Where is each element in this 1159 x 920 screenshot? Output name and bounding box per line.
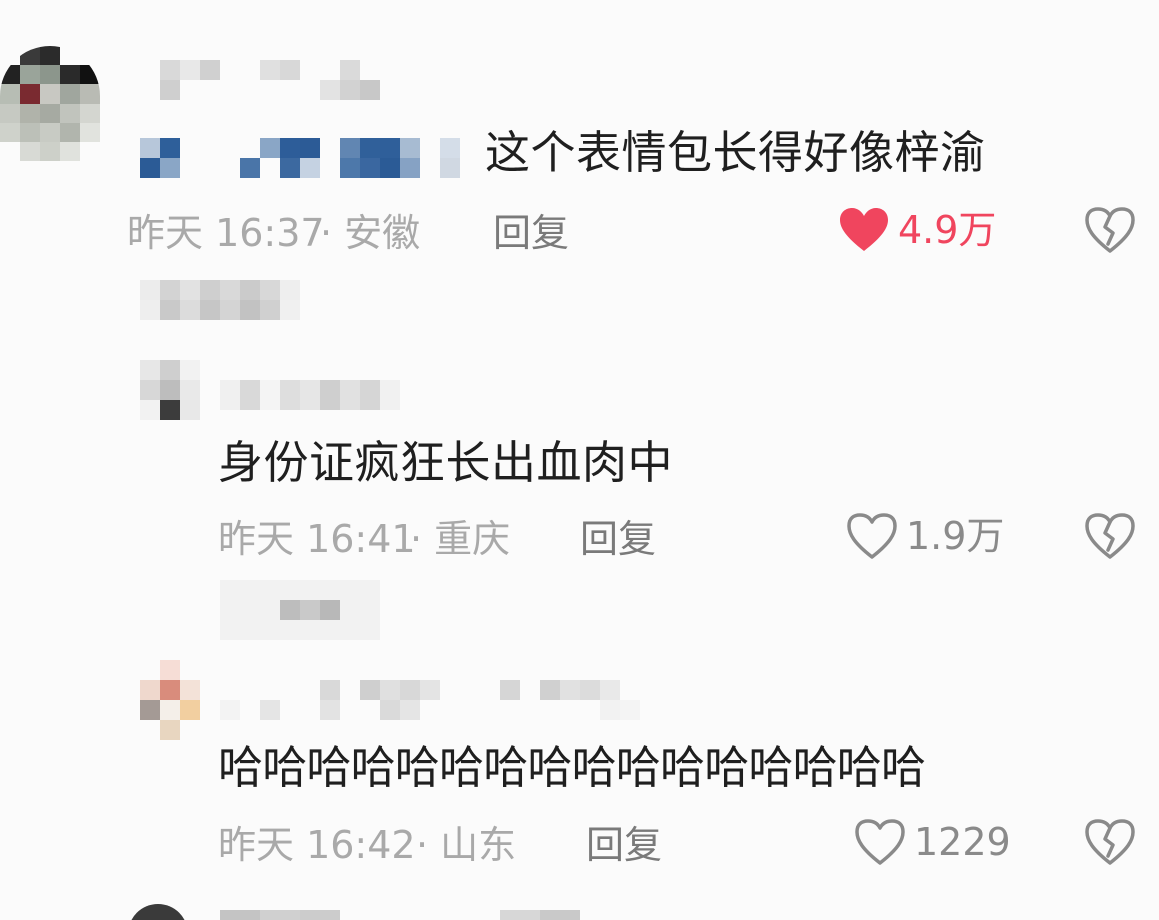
heart-icon	[847, 513, 897, 559]
avatar[interactable]	[0, 46, 100, 180]
avatar[interactable]	[140, 660, 200, 740]
reply-button[interactable]: 回复	[493, 214, 569, 252]
broken-heart-icon	[1085, 207, 1135, 253]
like-button[interactable]: 4.9万	[838, 206, 996, 254]
heart-icon	[840, 208, 888, 251]
dislike-button[interactable]	[1084, 818, 1136, 870]
avatar[interactable]	[140, 360, 200, 420]
comment-text: 这个表情包长得好像梓渝	[485, 126, 986, 179]
dislike-button[interactable]	[1084, 512, 1136, 564]
comment-time: 昨天 16:42	[218, 823, 416, 867]
comment-text: 哈哈哈哈哈哈哈哈哈哈哈哈哈哈哈哈	[218, 741, 926, 794]
like-button[interactable]: 1.9万	[846, 512, 1004, 560]
comment-time: 昨天 16:41	[218, 517, 416, 561]
comment-location: · 重庆	[410, 517, 511, 561]
heart-icon	[855, 819, 905, 865]
avatar[interactable]	[128, 904, 188, 920]
like-count: 1229	[914, 820, 1011, 864]
like-button[interactable]: 1229	[854, 818, 1011, 866]
reply-button[interactable]: 回复	[580, 520, 656, 558]
comment-location: · 山东	[416, 823, 517, 867]
dislike-button[interactable]	[1084, 206, 1136, 258]
like-count: 1.9万	[906, 514, 1005, 558]
broken-heart-icon	[1085, 819, 1135, 865]
comment-location: · 安徽	[320, 211, 421, 255]
comment-time: 昨天 16:37	[127, 211, 325, 255]
like-count: 4.9万	[898, 208, 997, 252]
comment-list: 这个表情包长得好像梓渝 昨天 16:37 · 安徽 回复 4.9万 身份证疯狂长…	[0, 0, 1159, 920]
comment-text: 身份证疯狂长出血肉中	[218, 436, 674, 489]
reply-button[interactable]: 回复	[586, 826, 662, 864]
broken-heart-icon	[1085, 513, 1135, 559]
